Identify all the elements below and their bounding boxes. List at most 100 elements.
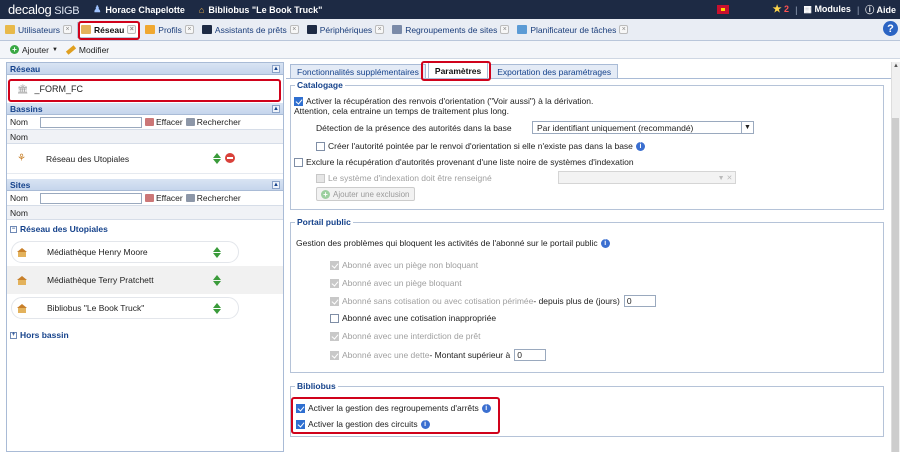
amount-input[interactable]: 0	[514, 349, 547, 361]
option-regroupements-arrets[interactable]: Activer la gestion des regroupements d'a…	[296, 403, 491, 413]
checkbox[interactable]	[330, 331, 339, 341]
checkbox[interactable]	[330, 350, 339, 360]
eraser-icon	[144, 118, 154, 126]
info-icon[interactable]: i	[420, 419, 430, 429]
tab-utilisateurs[interactable]: Utilisateurs ×	[2, 22, 75, 38]
option-circuits[interactable]: Activer la gestion des circuits i	[296, 419, 430, 429]
help-icon[interactable]: ?	[883, 21, 898, 36]
close-icon[interactable]: ×	[63, 25, 73, 34]
search-label: Nom	[10, 117, 28, 127]
module-tabs: Utilisateurs × Réseau × Profils × Assistant…	[0, 19, 900, 41]
tab-exportation[interactable]: Exportation des paramétrages	[490, 64, 619, 78]
scroll-up-icon[interactable]: ▲	[893, 63, 899, 69]
checkbox[interactable]	[294, 96, 303, 106]
tab-assistants-prets[interactable]: Assistants de prêts ×	[199, 22, 302, 38]
checkbox[interactable]	[330, 313, 339, 323]
indexing-system-select[interactable]: ▼ ✕	[558, 171, 736, 184]
checkbox[interactable]	[330, 260, 339, 270]
checkbox[interactable]	[294, 157, 303, 167]
option-cotisation-inappropriee[interactable]: Abonné avec une cotisation inappropriée	[330, 313, 496, 323]
edit-button[interactable]: Modifier	[65, 45, 109, 55]
modules-menu[interactable]: ▦ Modules	[803, 4, 851, 15]
search-button[interactable]: Rechercher	[185, 117, 241, 127]
site-row[interactable]: Bibliobus "Le Book Truck"	[7, 294, 283, 322]
tab-label: Utilisateurs	[18, 24, 61, 35]
option-label: Abonné sans cotisation ou avec cotisatio…	[342, 296, 534, 306]
tab-fonctionnalites[interactable]: Fonctionnalités supplémentaires	[290, 64, 426, 78]
current-user[interactable]: ♟ Horace Chapelotte	[93, 4, 185, 15]
sites-column-header[interactable]: Nom	[7, 206, 283, 220]
days-input[interactable]: 0	[623, 295, 656, 307]
checkbox[interactable]	[296, 419, 305, 429]
collapse-icon[interactable]: ▲	[272, 65, 280, 73]
tab-label: Regroupements de sites	[405, 24, 498, 35]
clear-button[interactable]: Effacer	[144, 117, 183, 127]
panel-title: Réseau	[10, 63, 41, 74]
search-button[interactable]: Rechercher	[185, 193, 241, 203]
info-icon[interactable]: i	[635, 141, 645, 151]
help-link[interactable]: ⓘ Aide	[865, 3, 896, 16]
collapse-icon[interactable]: ▲	[272, 181, 280, 189]
collapse-icon[interactable]: ▲	[272, 105, 280, 113]
close-icon[interactable]: ×	[619, 25, 629, 34]
exclude-option[interactable]: Exclure la récupération d'autorités prov…	[294, 157, 634, 167]
tab-peripheriques[interactable]: Périphériques ×	[304, 22, 387, 38]
button-label: Ajouter une exclusion	[333, 189, 410, 199]
tab-parametres[interactable]: Paramètres	[427, 62, 489, 78]
indexing-system-option[interactable]: Le système d'indexation doit être rensei…	[316, 173, 492, 183]
tab-regroupements-sites[interactable]: Regroupements de sites ×	[389, 22, 512, 38]
add-exclusion-button[interactable]: + Ajouter une exclusion	[316, 187, 415, 201]
group-hors-bassin[interactable]: + Hors bassin	[7, 326, 283, 344]
info-icon[interactable]: i	[481, 403, 491, 413]
option-sans-cotisation[interactable]: Abonné sans cotisation ou avec cotisatio…	[330, 295, 656, 307]
close-icon[interactable]: ×	[184, 25, 194, 34]
see-also-option[interactable]: Activer la récupération des renvois d'or…	[294, 96, 593, 106]
bassins-column-header[interactable]: Nom	[7, 130, 283, 144]
option-dette[interactable]: Abonné avec une dette - Montant supérieu…	[330, 349, 547, 361]
flag-icon[interactable]	[717, 5, 729, 14]
bassins-search-input[interactable]	[39, 116, 142, 128]
checkbox[interactable]	[316, 141, 325, 151]
scrollbar-thumb[interactable]	[892, 118, 899, 452]
checkbox[interactable]	[316, 173, 325, 183]
current-library[interactable]: ⌂ Bibliobus "Le Book Truck"	[199, 5, 322, 15]
notifications[interactable]: ★ 2	[773, 4, 790, 15]
site-row[interactable]: Médiathèque Terry Pratchett	[7, 266, 283, 294]
close-icon[interactable]: ×	[500, 25, 510, 34]
sites-search-input[interactable]	[39, 192, 142, 204]
option-piege-non-bloquant[interactable]: Abonné avec un piège non bloquant	[330, 260, 478, 270]
checkbox[interactable]	[330, 296, 339, 306]
bassin-name: Réseau des Utopiales	[45, 153, 130, 164]
bassin-row[interactable]: ⚘ Réseau des Utopiales	[7, 144, 283, 174]
option-piege-bloquant[interactable]: Abonné avec un piège bloquant	[330, 278, 462, 288]
move-arrows-icon[interactable]	[213, 275, 222, 286]
reseau-item[interactable]: 🏛 _FORM_FC	[7, 75, 283, 103]
tab-profils[interactable]: Profils ×	[142, 22, 197, 38]
close-icon[interactable]: ×	[375, 25, 385, 34]
move-arrows-icon[interactable]	[213, 303, 222, 314]
move-arrows-icon[interactable]	[213, 153, 222, 164]
option-interdiction-pret[interactable]: Abonné avec une interdiction de prêt	[330, 331, 480, 341]
detect-select[interactable]: Par identifiant uniquement (recommandé) ▼	[532, 121, 754, 134]
checkbox[interactable]	[330, 278, 339, 288]
scrollbar[interactable]: ▲	[891, 62, 900, 452]
group-reseau-utopiales[interactable]: − Réseau des Utopiales	[7, 220, 283, 238]
modules-label: Modules	[814, 4, 851, 14]
remove-icon[interactable]	[225, 153, 235, 163]
tab-reseau[interactable]: Réseau ×	[77, 21, 141, 38]
add-button[interactable]: + Ajouter ▼	[10, 45, 58, 55]
search-label: Nom	[10, 193, 28, 203]
close-icon[interactable]: ×	[127, 25, 137, 34]
create-authority-option[interactable]: Créer l'autorité pointée par le renvoi d…	[316, 141, 645, 151]
site-row[interactable]: Médiathèque Henry Moore	[7, 238, 283, 266]
info-icon[interactable]: i	[600, 238, 610, 248]
clear-button[interactable]: Effacer	[144, 193, 183, 203]
collapse-toggle-icon[interactable]: −	[10, 225, 17, 233]
expand-toggle-icon[interactable]: +	[10, 331, 17, 339]
tab-planificateur[interactable]: Planificateur de tâches ×	[514, 22, 631, 38]
warning-text: Attention, cela entraine un temps de tra…	[294, 106, 509, 116]
checkbox[interactable]	[296, 403, 305, 413]
move-arrows-icon[interactable]	[213, 247, 222, 258]
column-label: Nom	[10, 207, 28, 218]
close-icon[interactable]: ×	[289, 25, 299, 34]
